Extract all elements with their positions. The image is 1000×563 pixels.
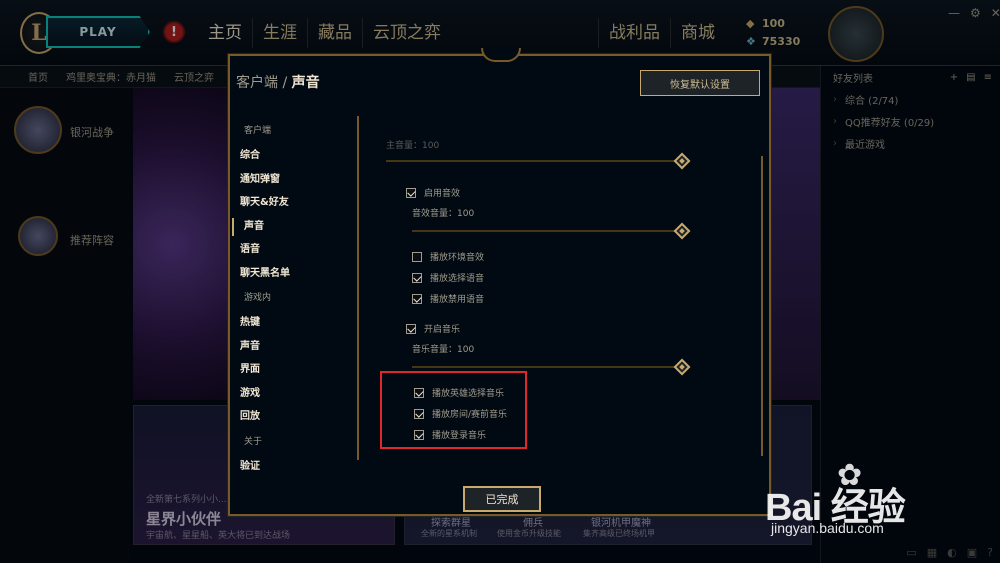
ban-voice-toggle[interactable]: 播放禁用语音	[412, 292, 484, 305]
settings-sidebar: 客户端 综合 通知弹窗 聊天&好友 声音 语音 聊天黑名单 游戏内 热键 声音 …	[232, 118, 356, 479]
sidebar-item-voice[interactable]: 语音	[238, 238, 356, 262]
checkbox[interactable]	[412, 251, 422, 262]
checkbox[interactable]	[406, 323, 416, 334]
done-button[interactable]: 已完成	[463, 486, 541, 512]
master-volume-handle[interactable]	[673, 152, 691, 170]
sfx-volume-handle[interactable]	[673, 222, 691, 240]
breadcrumb-separator: /	[282, 75, 288, 91]
pick-voice-toggle[interactable]: 播放选择语音	[412, 271, 484, 284]
checkbox-label: 播放选择语音	[430, 274, 485, 284]
section-header-client: 客户端	[244, 126, 272, 136]
section-header-about: 关于	[244, 436, 263, 447]
annotation-highlight-box	[380, 371, 527, 449]
music-volume-label: 音乐音量：100	[412, 345, 475, 355]
music-volume-handle[interactable]	[673, 358, 691, 376]
sidebar-item-sound[interactable]: 声音	[232, 215, 356, 239]
modal-cap-ornament	[481, 48, 521, 62]
breadcrumb: 客户端 / 声音	[236, 72, 320, 92]
master-volume-label: 主音量：100	[386, 141, 440, 151]
checkbox-label: 播放禁用语音	[430, 295, 485, 305]
sidebar-item-game[interactable]: 游戏	[238, 382, 356, 406]
music-enable-toggle[interactable]: 开启音乐	[406, 322, 460, 335]
master-volume-slider[interactable]	[386, 160, 682, 162]
checkbox[interactable]	[406, 187, 416, 198]
section-header-ingame: 游戏内	[244, 293, 272, 303]
sfx-volume-label: 音效音量：100	[412, 209, 475, 219]
sidebar-item-hotkeys[interactable]: 热键	[238, 311, 356, 335]
restore-defaults-button[interactable]: 恢复默认设置	[640, 70, 760, 96]
sfx-volume-slider[interactable]	[412, 230, 678, 232]
music-volume-slider[interactable]	[412, 366, 678, 368]
settings-modal: 客户端 / 声音 恢复默认设置 客户端 综合 通知弹窗 聊天&好友 声音 语音 …	[228, 48, 771, 516]
sidebar-item-chat-friends[interactable]: 聊天&好友	[238, 191, 356, 215]
content-scrollbar[interactable]	[761, 156, 763, 456]
checkbox-label: 开启音乐	[424, 325, 461, 335]
breadcrumb-root: 客户端	[236, 75, 278, 91]
sidebar-divider	[357, 116, 359, 460]
sidebar-item-general[interactable]: 综合	[238, 144, 356, 168]
sidebar-item-interface[interactable]: 界面	[238, 358, 356, 382]
sidebar-item-notifications[interactable]: 通知弹窗	[238, 168, 356, 192]
checkbox[interactable]	[412, 272, 422, 283]
sfx-enable-toggle[interactable]: 启用音效	[406, 186, 460, 199]
ambient-sfx-toggle[interactable]: 播放环境音效	[412, 250, 484, 263]
sidebar-item-verification[interactable]: 验证	[238, 455, 356, 479]
watermark-url: jingyan.baidu.com	[771, 520, 884, 536]
baidu-watermark: ✿ Bai 经验 jingyan.baidu.com	[765, 458, 945, 542]
breadcrumb-current: 声音	[291, 75, 320, 91]
sidebar-item-replays[interactable]: 回放	[238, 405, 356, 429]
checkbox-label: 播放环境音效	[430, 253, 485, 263]
checkbox-label: 启用音效	[424, 189, 461, 199]
checkbox[interactable]	[412, 293, 422, 304]
sidebar-item-blocklist[interactable]: 聊天黑名单	[238, 262, 356, 286]
sidebar-item-ingame-sound[interactable]: 声音	[238, 335, 356, 359]
